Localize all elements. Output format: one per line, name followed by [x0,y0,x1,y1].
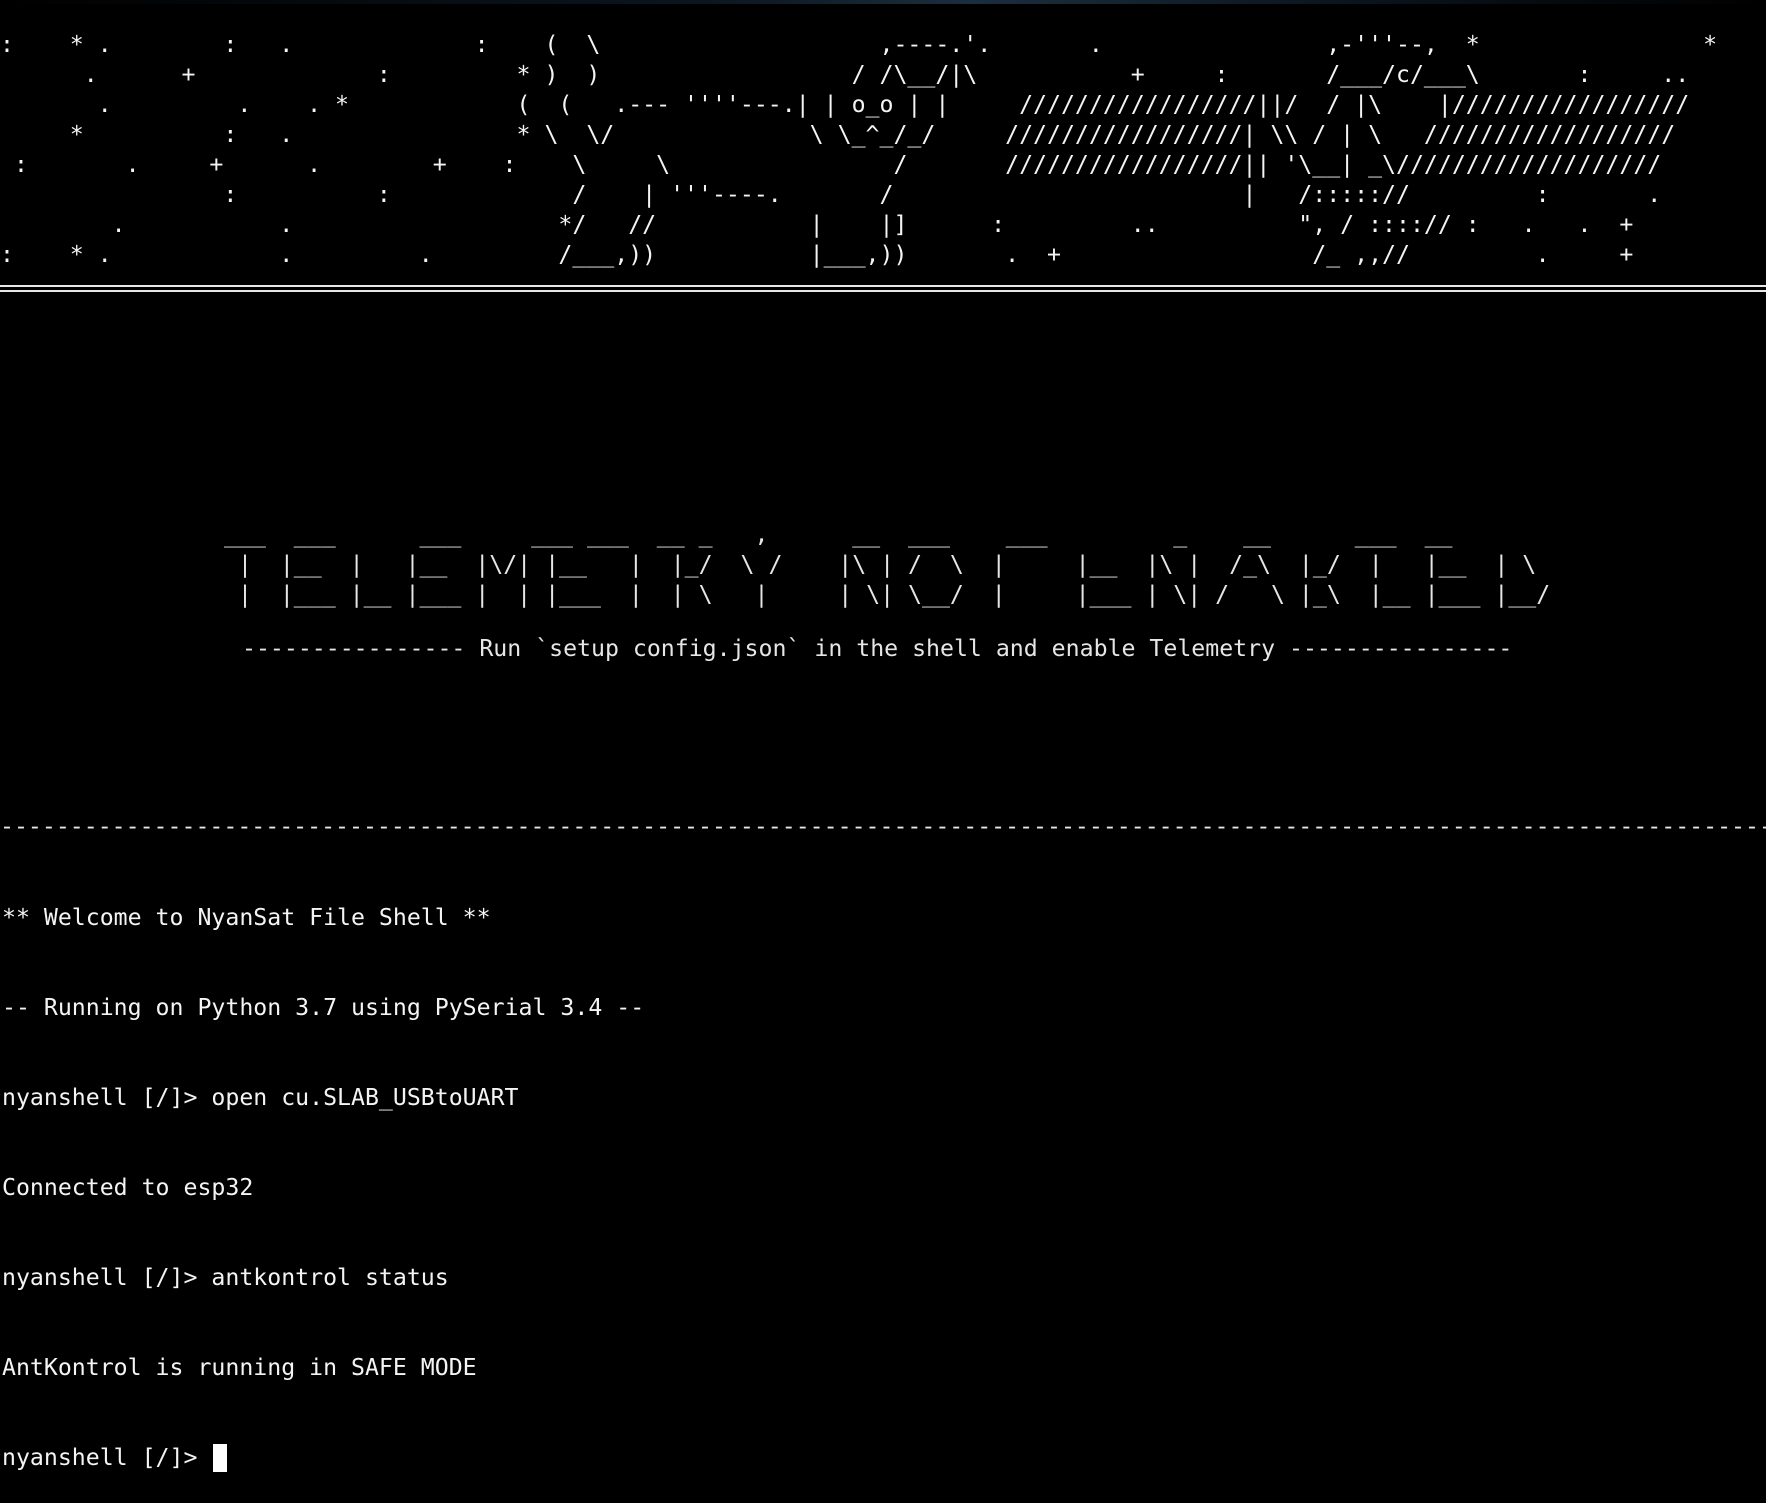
antkontrol-status-output: AntKontrol is running in SAFE MODE [2,1354,477,1381]
window-top-strip [0,0,1766,4]
command-line-open: nyanshell [/]> open cu.SLAB_USBtoUART [2,1084,519,1111]
telemetry-setup-hint: ---------------- Run `setup config.json`… [242,635,1513,662]
active-prompt-line[interactable]: nyanshell [/]> [2,1443,644,1473]
shell-separator: ----------------------------------------… [0,813,1766,840]
runtime-info-line: -- Running on Python 3.7 using PySerial … [2,994,645,1021]
shell-prompt: nyanshell [/]> [2,1444,212,1471]
command-line-antkontrol-status: nyanshell [/]> antkontrol status [2,1264,449,1291]
telemetry-not-enabled-title: ___ ___ ___ ___ ___ __ _ , __ ___ ___ _ … [224,521,1551,608]
welcome-line: ** Welcome to NyanSat File Shell ** [2,904,491,931]
connection-status-line: Connected to esp32 [2,1174,254,1201]
text-cursor [213,1444,228,1472]
banner-double-rule [0,285,1766,292]
nyansat-ascii-banner: : * . : . : ( \ ,----.'. . ,-'''--, * * … [0,31,1718,268]
shell-output: ** Welcome to NyanSat File Shell ** -- R… [2,843,644,1503]
